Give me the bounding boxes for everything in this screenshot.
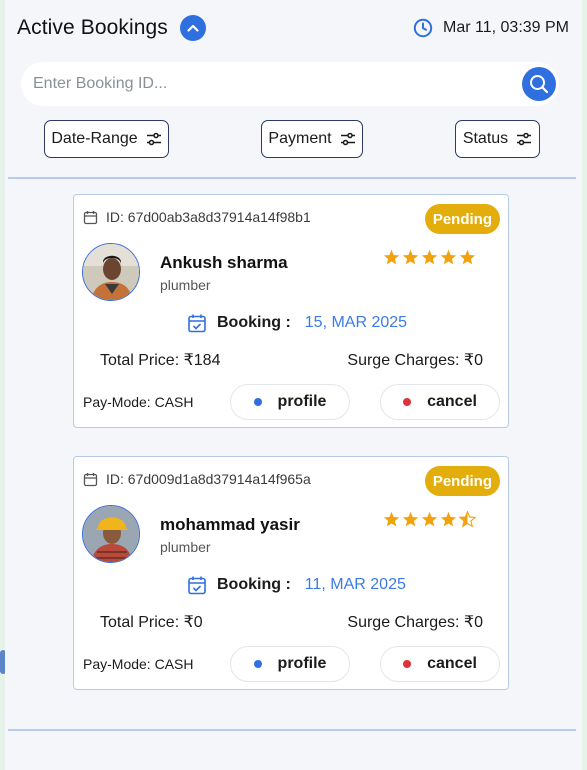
surge-charges: Surge Charges: ₹0 [347,352,483,369]
provider-role: plumber [160,539,211,555]
profile-button[interactable]: profile [230,646,350,682]
calendar-check-icon [188,314,206,333]
cancel-dot-icon [403,398,412,406]
date-range-filter-button[interactable]: Date-Range [44,120,169,158]
avatar-photo [83,244,139,300]
booking-id-search-input[interactable] [31,74,505,94]
datetime-group: Mar 11, 03:39 PM [413,18,569,38]
status-badge: Pending [424,466,500,496]
star-icon [402,249,419,265]
booking-id: ID: 67d009d1a8d37914a14f965a [106,471,311,487]
star-icon [440,511,457,527]
provider-role: plumber [160,277,211,293]
profile-button[interactable]: profile [230,384,350,420]
profile-dot-icon [253,398,262,406]
avatar [82,505,140,563]
cancel-button-label: cancel [427,655,477,672]
cancel-button-label: cancel [427,393,477,410]
search-button[interactable] [522,67,556,101]
current-datetime: Mar 11, 03:39 PM [443,19,569,36]
star-icon [383,511,400,527]
star-icon [459,249,476,265]
footer-divider [8,729,576,731]
profile-dot-icon [253,660,262,668]
total-price: Total Price: ₹0 [100,614,203,631]
calendar-icon [83,210,98,224]
avatar [82,243,140,301]
star-icon [383,249,400,265]
sliders-icon [340,132,355,146]
booking-label: Booking : [217,576,291,593]
booking-id-row: ID: 67d009d1a8d37914a14f965a [83,471,311,487]
rating-stars [383,511,476,527]
cancel-button[interactable]: cancel [380,646,500,682]
calendar-check-icon [188,576,206,595]
star-icon [402,511,419,527]
avatar-photo [83,506,139,562]
booking-id-row: ID: 67d00ab3a8d37914a14f98b1 [83,209,311,225]
status-filter-button[interactable]: Status [455,120,540,158]
sliders-icon [517,132,532,146]
star-icon [421,249,438,265]
rating-stars [383,249,476,265]
profile-button-label: profile [277,655,327,672]
filter-label: Date-Range [51,130,138,147]
collapse-button[interactable] [179,15,206,41]
chevron-up-icon [187,24,199,32]
booking-date: 15, MAR 2025 [304,314,408,331]
page-title: Active Bookings [17,16,168,39]
pay-mode: Pay-Mode: CASH [83,394,194,410]
calendar-icon [83,472,98,486]
surge-charges: Surge Charges: ₹0 [347,614,483,631]
total-price: Total Price: ₹184 [100,352,221,369]
sliders-icon [146,132,161,146]
booking-date-row: Booking : 11, MAR 2025 [187,575,406,595]
payment-filter-button[interactable]: Payment [261,120,363,158]
pay-mode: Pay-Mode: CASH [83,656,194,672]
search-bar [21,62,559,106]
half-star-icon [459,511,476,527]
cancel-button[interactable]: cancel [380,384,500,420]
booking-card: ID: 67d00ab3a8d37914a14f98b1 Pending Ank… [73,194,509,428]
search-icon [530,75,549,94]
provider-name: Ankush sharma [160,253,288,272]
profile-button-label: profile [277,393,327,410]
provider-name: mohammad yasir [160,515,300,534]
filter-label: Payment [268,130,332,147]
star-icon [421,511,438,527]
booking-label: Booking : [217,314,291,331]
booking-card: ID: 67d009d1a8d37914a14f965a Pending moh… [73,456,509,690]
header: Active Bookings Mar 11, 03:39 PM [17,12,569,44]
cancel-dot-icon [403,660,412,668]
clock-icon [413,18,433,38]
filter-label: Status [462,130,509,147]
booking-date: 11, MAR 2025 [304,576,406,593]
header-divider [8,177,576,179]
active-bookings-panel: Active Bookings Mar 11, 03:39 PM Date-Ra… [5,0,582,770]
status-badge: Pending [424,204,500,234]
title-group: Active Bookings [17,15,206,41]
star-icon [440,249,457,265]
booking-id: ID: 67d00ab3a8d37914a14f98b1 [106,209,311,225]
booking-date-row: Booking : 15, MAR 2025 [187,313,407,333]
